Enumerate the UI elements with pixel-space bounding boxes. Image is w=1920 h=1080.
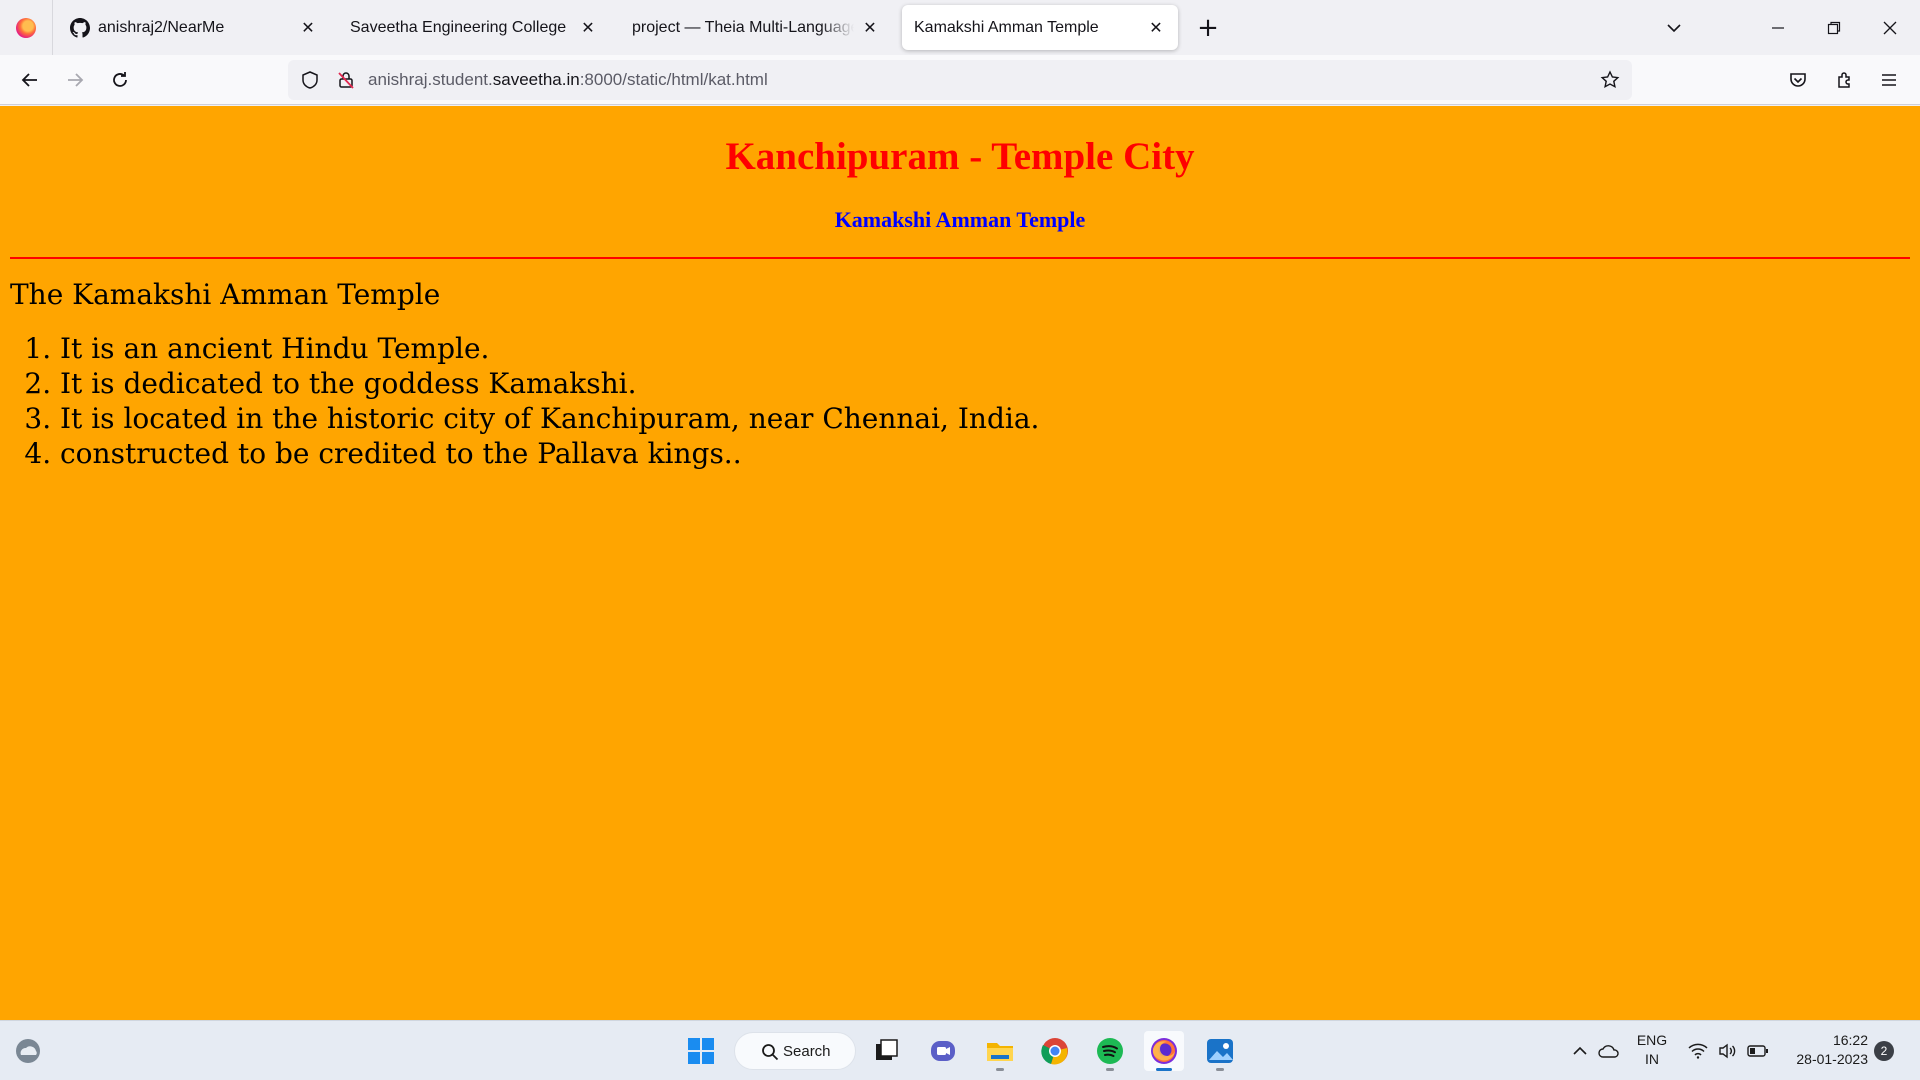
tab-title: anishraj2/NearMe <box>98 18 225 36</box>
chevron-up-icon <box>1573 1046 1587 1055</box>
page-content: Kanchipuram - Temple City Kamakshi Amman… <box>0 106 1920 1020</box>
minimize-button[interactable] <box>1750 0 1806 55</box>
url-path: :8000/static/html/kat.html <box>579 70 768 89</box>
close-window-button[interactable] <box>1862 0 1918 55</box>
close-tab-icon[interactable]: ✕ <box>578 18 598 38</box>
running-indicator <box>1156 1068 1172 1071</box>
reload-icon <box>113 72 127 87</box>
page-title: Kanchipuram - Temple City <box>725 135 1195 178</box>
github-icon <box>70 17 90 38</box>
region-code: IN <box>1645 1051 1659 1067</box>
list-all-tabs-button[interactable] <box>1658 12 1690 44</box>
close-tab-icon[interactable]: ✕ <box>298 18 318 38</box>
list-item: It is located in the historic city of Ka… <box>60 401 1039 436</box>
forward-button[interactable] <box>57 62 93 98</box>
url-text: anishraj.student.saveetha.in:8000/static… <box>368 70 1592 90</box>
running-indicator <box>1106 1068 1114 1071</box>
photos-icon <box>1207 1039 1233 1063</box>
taskbar-search[interactable]: Search <box>734 1032 856 1070</box>
extensions-button[interactable] <box>1827 62 1863 98</box>
date-text: 28-01-2023 <box>1796 1051 1868 1067</box>
close-tab-icon[interactable]: ✕ <box>860 18 880 38</box>
list-item: constructed to be credited to the Pallav… <box>60 436 1039 471</box>
time-text: 16:22 <box>1832 1032 1868 1048</box>
running-indicator <box>996 1068 1004 1071</box>
reload-button[interactable] <box>102 62 138 98</box>
tab-strip: anishraj2/NearMe ✕ Saveetha Engineering … <box>0 0 1920 55</box>
tab-theia-project[interactable]: project — Theia Multi-Language Ex ✕ <box>620 5 892 50</box>
chevron-down-icon <box>1667 24 1681 33</box>
temple-facts-list: It is an ancient Hindu Temple. It is ded… <box>60 331 1039 471</box>
photos-button[interactable] <box>1200 1031 1240 1071</box>
minimize-icon <box>1772 26 1784 29</box>
app-menu-button[interactable] <box>1871 62 1907 98</box>
page-subtitle: Kamakshi Amman Temple <box>834 207 1086 232</box>
weather-widget[interactable] <box>8 1031 48 1071</box>
teams-chat-button[interactable] <box>923 1031 963 1071</box>
search-icon <box>762 1044 779 1061</box>
pocket-button[interactable] <box>1780 62 1816 98</box>
wifi-button[interactable] <box>1686 1039 1710 1063</box>
file-explorer-button[interactable] <box>980 1031 1020 1071</box>
start-button[interactable] <box>681 1031 721 1071</box>
task-view-button[interactable] <box>867 1031 907 1071</box>
weather-cloud-icon <box>16 1039 40 1063</box>
list-item: It is dedicated to the goddess Kamakshi. <box>60 366 1039 401</box>
arrow-left-icon <box>21 73 37 87</box>
file-explorer-icon <box>987 1043 1013 1061</box>
tab-title: Kamakshi Amman Temple <box>914 18 1099 36</box>
spotify-icon <box>1097 1038 1123 1064</box>
firefox-icon <box>1151 1038 1177 1064</box>
horizontal-rule <box>10 257 1910 259</box>
restore-icon <box>1827 21 1841 34</box>
windows-start-icon <box>688 1038 714 1064</box>
firefox-button[interactable] <box>1144 1031 1184 1071</box>
speaker-volume-icon <box>1719 1043 1736 1059</box>
teams-chat-icon <box>931 1041 955 1061</box>
url-prefix: anishraj.student. <box>368 70 493 89</box>
list-item: It is an ancient Hindu Temple. <box>60 331 1039 366</box>
input-language-indicator[interactable]: ENG IN <box>1630 1031 1674 1069</box>
close-icon <box>1883 21 1897 34</box>
clock-date[interactable]: 16:22 28-01-2023 <box>1784 1031 1868 1069</box>
intro-heading: The Kamakshi Amman Temple <box>10 278 441 311</box>
onedrive-cloud-icon <box>1598 1045 1619 1058</box>
search-label: Search <box>783 1042 831 1060</box>
language-code: ENG <box>1636 1032 1668 1048</box>
back-button[interactable] <box>12 62 48 98</box>
arrow-right-icon <box>68 73 84 87</box>
navigation-toolbar: anishraj.student.saveetha.in:8000/static… <box>0 55 1920 105</box>
task-view-icon <box>876 1039 898 1060</box>
windows-taskbar: Search ENG IN 16:22 28-01-2023 2 <box>0 1020 1920 1080</box>
new-tab-button[interactable]: + <box>1192 12 1224 44</box>
wifi-icon <box>1688 1043 1708 1059</box>
restore-button[interactable] <box>1806 0 1862 55</box>
url-host: saveetha.in <box>492 70 580 89</box>
running-indicator <box>1216 1068 1224 1071</box>
tracking-protection-shield-icon[interactable] <box>292 62 328 98</box>
chrome-button[interactable] <box>1035 1031 1075 1071</box>
tab-nearme[interactable]: anishraj2/NearMe ✕ <box>58 5 330 50</box>
show-hidden-icons-button[interactable] <box>1568 1039 1592 1063</box>
tab-saveetha[interactable]: Saveetha Engineering College ✕ <box>338 5 610 50</box>
spotify-button[interactable] <box>1090 1031 1130 1071</box>
bookmark-star-icon[interactable] <box>1592 62 1628 98</box>
tab-title: Saveetha Engineering College <box>350 18 567 36</box>
firefox-icon <box>16 17 36 38</box>
puzzle-piece-icon <box>1838 72 1850 88</box>
close-tab-icon[interactable]: ✕ <box>1146 18 1166 38</box>
address-bar[interactable]: anishraj.student.saveetha.in:8000/static… <box>288 60 1632 100</box>
pocket-icon <box>1790 73 1806 87</box>
tab-kamakshi-active[interactable]: Kamakshi Amman Temple ✕ <box>902 5 1178 50</box>
volume-button[interactable] <box>1716 1039 1740 1063</box>
battery-icon <box>1747 1045 1768 1057</box>
battery-button[interactable] <box>1746 1039 1770 1063</box>
insecure-lock-icon[interactable] <box>328 62 364 98</box>
firefox-view-button[interactable] <box>0 0 53 55</box>
tab-title: project — Theia Multi-Language Ex <box>632 18 854 36</box>
onedrive-button[interactable] <box>1597 1039 1621 1063</box>
hamburger-menu-icon <box>1882 74 1896 86</box>
chrome-icon <box>1041 1038 1068 1065</box>
notification-count-badge[interactable]: 2 <box>1874 1041 1894 1061</box>
